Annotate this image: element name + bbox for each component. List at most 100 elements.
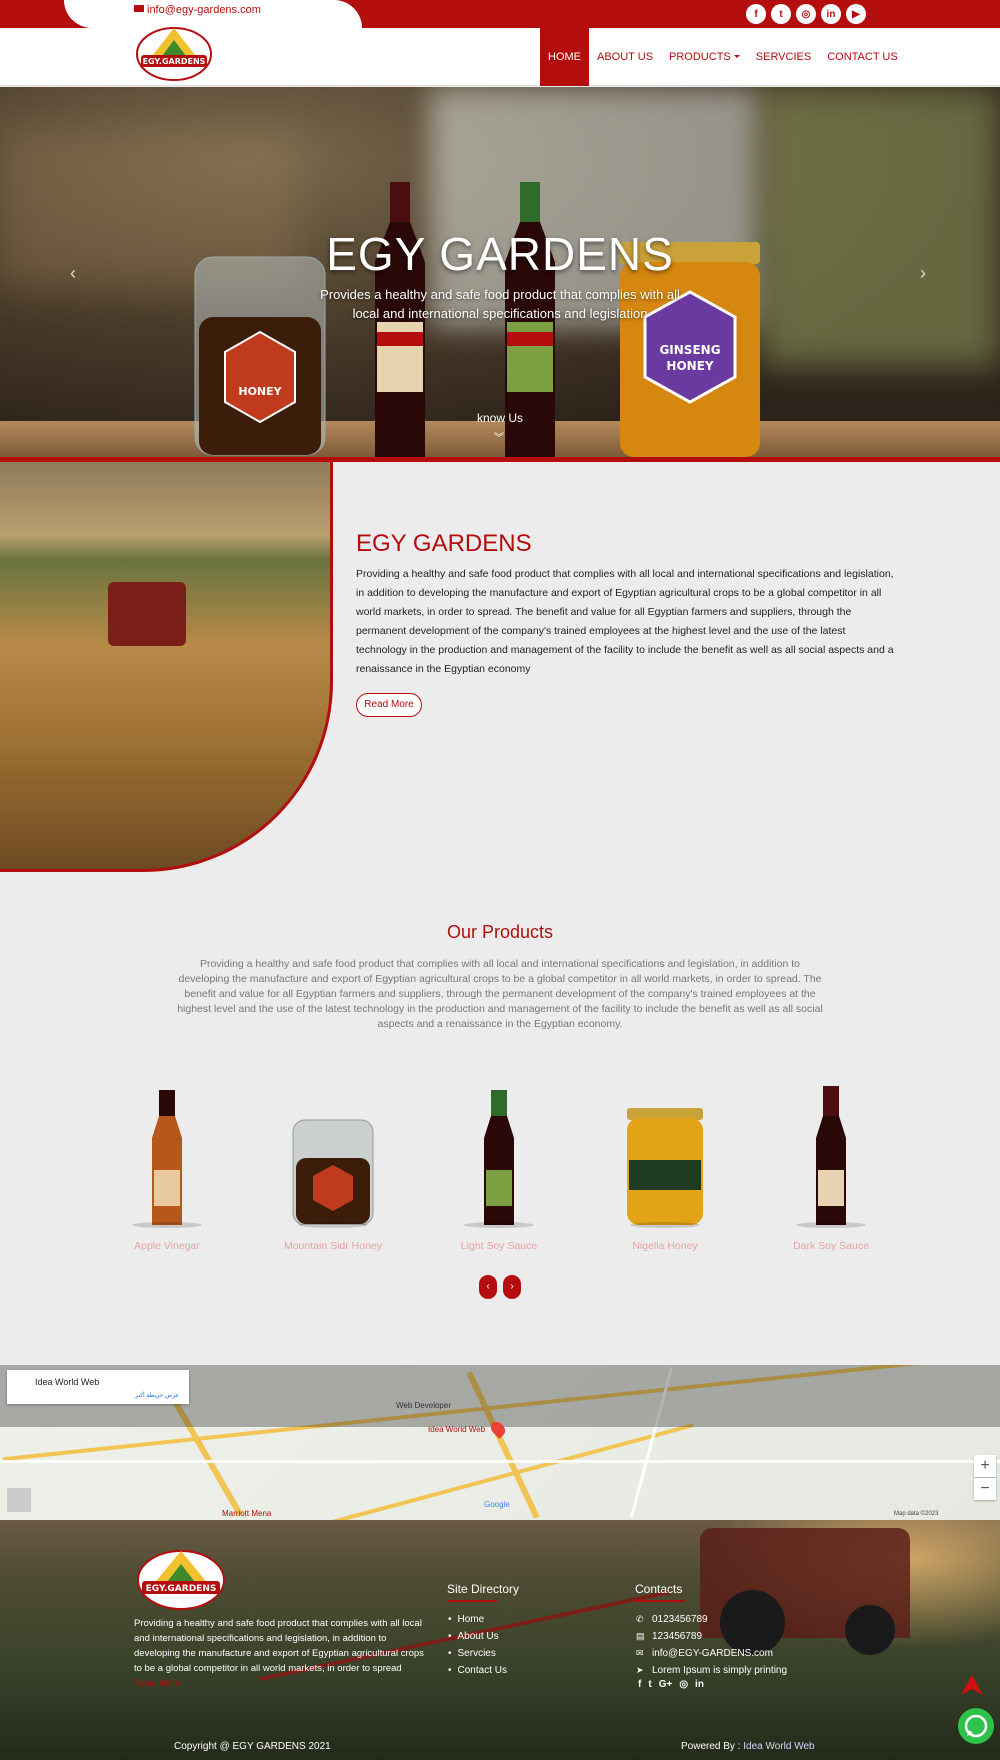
powered-by-label: Powered By : xyxy=(681,1741,741,1752)
footer: EGY.GARDENS Providing a healthy and safe… xyxy=(0,1520,1000,1760)
linkedin-icon[interactable]: in xyxy=(821,4,841,24)
hero-slider: HONEY GINSENG HONEY EGY GARDENS Provides… xyxy=(0,87,1000,457)
powered-by-link[interactable]: Idea World Web xyxy=(743,1741,814,1752)
footer-about-body: Providing a healthy and safe food produc… xyxy=(134,1618,424,1674)
footer-link-home[interactable]: Home xyxy=(448,1611,507,1628)
nav-contact-us[interactable]: CONTACT US xyxy=(819,28,906,86)
product-card[interactable]: Nigella Honey xyxy=(600,1080,730,1260)
svg-text:EGY.GARDENS: EGY.GARDENS xyxy=(146,1584,217,1594)
footer-link-services[interactable]: Servcies xyxy=(448,1645,507,1662)
know-us-link[interactable]: know Us xyxy=(0,411,1000,425)
hero-next-arrow[interactable]: › xyxy=(920,263,926,284)
location-map[interactable]: Idea World Web عرض خريطة أكبر Idea World… xyxy=(0,1365,1000,1520)
contact-email[interactable]: ✉ info@EGY-GARDENS.com xyxy=(636,1645,787,1662)
instagram-icon[interactable]: ◎ xyxy=(796,4,816,24)
top-social-icons: f t ◎ in ▶ xyxy=(746,4,866,24)
wheat-field-tractor-image xyxy=(0,462,333,872)
map-zoom-in-button[interactable]: + xyxy=(974,1455,996,1477)
hero-prev-arrow[interactable]: ‹ xyxy=(70,263,76,284)
products-title: Our Products xyxy=(446,922,554,942)
location-arrow-icon: ➤ xyxy=(636,1665,644,1675)
twitter-icon[interactable]: t xyxy=(648,1679,651,1690)
youtube-icon[interactable]: ▶ xyxy=(846,4,866,24)
footer-read-more-link[interactable]: Read More xyxy=(134,1678,181,1689)
linkedin-icon[interactable]: in xyxy=(695,1679,704,1690)
instagram-icon[interactable]: ◎ xyxy=(679,1679,688,1690)
about-read-more-button[interactable]: Read More xyxy=(356,693,422,717)
dark-soy-sauce-image xyxy=(816,1086,846,1225)
svg-text:HONEY: HONEY xyxy=(666,359,713,373)
facebook-icon[interactable]: f xyxy=(638,1679,641,1690)
contact-address[interactable]: ➤ Lorem Ipsum is simply printing xyxy=(636,1662,787,1679)
products-prev-button[interactable]: ‹ xyxy=(479,1275,497,1299)
map-place-title: Idea World Web xyxy=(35,1377,100,1387)
map-zoom-out-button[interactable]: − xyxy=(974,1478,996,1500)
map-attribution: Map data ©2023 xyxy=(894,1511,939,1517)
contact-phone[interactable]: ✆ 0123456789 xyxy=(636,1611,787,1628)
map-label: Web Developer xyxy=(396,1401,451,1410)
envelope-icon: ✉ xyxy=(636,1648,644,1658)
product-card[interactable]: Mountain Sidr Honey xyxy=(268,1080,398,1260)
map-street xyxy=(0,1460,1000,1463)
products-text: Providing a healthy and safe food produc… xyxy=(177,958,823,1030)
main-nav: HOME ABOUT US PRODUCTS SERVCIES CONTACT … xyxy=(540,28,906,86)
nav-about-us[interactable]: ABOUT US xyxy=(589,28,661,86)
product-name[interactable]: Apple Vinegar xyxy=(102,1240,232,1252)
contacts-list: ✆ 0123456789 ▤ 123456789 ✉ info@EGY-GARDENS… xyxy=(636,1611,787,1679)
tractor-wheel xyxy=(845,1605,895,1655)
product-shadow xyxy=(464,1222,534,1228)
google-plus-icon[interactable]: G+ xyxy=(659,1679,673,1690)
about-text: Providing a healthy and safe food produc… xyxy=(356,568,894,675)
light-soy-sauce-image xyxy=(484,1090,514,1225)
nav-home[interactable]: HOME xyxy=(540,28,589,86)
svg-text:GINSENG: GINSENG xyxy=(659,343,720,357)
contact-email-text: info@EGY-GARDENS.com xyxy=(652,1648,773,1659)
mountain-sidr-honey-image xyxy=(292,1119,374,1225)
double-chevron-down-icon[interactable]: ︾ xyxy=(494,429,504,444)
product-shadow xyxy=(796,1222,866,1228)
svg-text:HONEY: HONEY xyxy=(238,385,282,398)
top-email-text: info@egy-gardens.com xyxy=(147,4,261,16)
product-card[interactable]: Light Soy Sauce xyxy=(434,1080,564,1260)
hero-subtitle: Provides a healthy and safe food product… xyxy=(320,287,680,321)
footer-link-about-us[interactable]: About Us xyxy=(448,1628,507,1645)
about-title: EGY GARDENS xyxy=(356,530,532,557)
about-section: EGY GARDENS Providing a healthy and safe… xyxy=(0,457,1000,872)
site-directory-title: Site Directory xyxy=(447,1582,520,1596)
site-logo[interactable]: EGY.GARDENS xyxy=(135,22,213,82)
footer-logo[interactable]: EGY.GARDENS xyxy=(136,1544,226,1610)
product-card[interactable]: Dark Soy Sauce xyxy=(766,1080,896,1260)
envelope-icon xyxy=(134,5,144,12)
contact-fax-text: 123456789 xyxy=(652,1631,703,1642)
product-card[interactable]: Apple Vinegar xyxy=(102,1080,232,1260)
contacts-title: Contacts xyxy=(635,1582,683,1596)
contacts-underline xyxy=(635,1600,685,1602)
footer-link-contact-us[interactable]: Contact Us xyxy=(448,1662,507,1679)
product-name[interactable]: Light Soy Sauce xyxy=(434,1240,564,1252)
product-name[interactable]: Dark Soy Sauce xyxy=(766,1240,896,1252)
products-next-button[interactable]: › xyxy=(503,1275,521,1299)
top-email-link[interactable]: info@egy-gardens.com xyxy=(134,4,261,16)
map-place-card[interactable]: Idea World Web عرض خريطة أكبر xyxy=(7,1370,189,1404)
product-shadow xyxy=(630,1222,700,1228)
twitter-icon[interactable]: t xyxy=(771,4,791,24)
map-larger-link[interactable]: عرض خريطة أكبر xyxy=(135,1392,179,1399)
map-pin-label: Idea World Web xyxy=(428,1425,486,1434)
whatsapp-icon[interactable] xyxy=(958,1708,994,1744)
site-directory-list: Home About Us Servcies Contact Us xyxy=(448,1611,507,1679)
street-view-pegman-icon[interactable] xyxy=(7,1488,31,1512)
hero-title: EGY GARDENS xyxy=(326,228,674,280)
footer-social-icons: f t G+ ◎ in xyxy=(638,1679,704,1690)
product-name[interactable]: Mountain Sidr Honey xyxy=(268,1240,398,1252)
facebook-icon[interactable]: f xyxy=(746,4,766,24)
google-logo: Google xyxy=(484,1500,510,1509)
contact-fax[interactable]: ▤ 123456789 xyxy=(636,1628,787,1645)
nav-products[interactable]: PRODUCTS xyxy=(661,28,748,86)
contact-phone-text: 0123456789 xyxy=(652,1614,708,1625)
product-shadow xyxy=(132,1222,202,1228)
nigella-honey-image xyxy=(627,1108,703,1225)
scroll-to-top-icon[interactable] xyxy=(961,1675,983,1701)
tractor-image xyxy=(108,582,186,646)
product-name[interactable]: Nigella Honey xyxy=(600,1240,730,1252)
nav-services[interactable]: SERVCIES xyxy=(748,28,819,86)
